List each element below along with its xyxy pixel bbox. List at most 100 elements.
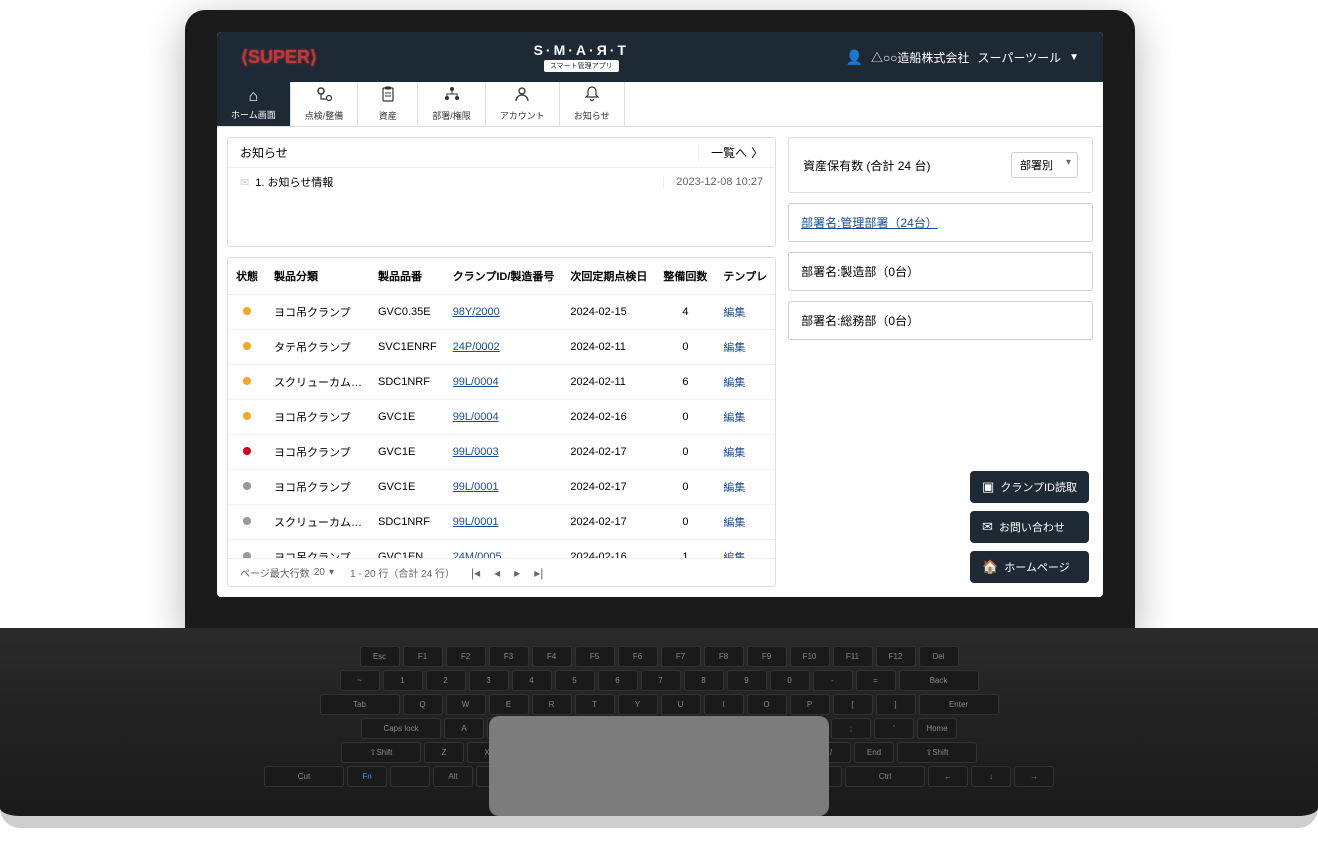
keyboard-key: Back [899, 670, 979, 691]
edit-link[interactable]: 編集 [723, 412, 745, 424]
cell-next-date: 2024-02-11 [562, 365, 655, 400]
account-icon [514, 86, 530, 107]
app-screen: ⟨SUPER⟩ S·M·A·Я·T スマート管理アプリ 👤 △○○造船株式会社 … [217, 32, 1103, 597]
nav-tabs: ⌂ ホーム画面 点検/整備 資産 部署/権限 [217, 82, 1103, 127]
status-dot [243, 342, 251, 350]
keyboard-key: 6 [598, 670, 638, 691]
edit-link[interactable]: 編集 [723, 517, 745, 529]
cell-category: ヨコ吊クランプ [266, 400, 370, 435]
edit-link[interactable]: 編集 [723, 307, 745, 319]
cell-next-date: 2024-02-16 [562, 540, 655, 559]
clamp-id-read-button[interactable]: ▣ クランプID読取 [970, 471, 1089, 503]
cell-next-date: 2024-02-15 [562, 295, 655, 330]
contact-button[interactable]: ✉ お問い合わせ [970, 511, 1089, 543]
chevron-right-icon: 〉 [751, 144, 763, 161]
keyboard-key: F9 [747, 646, 787, 667]
homepage-button[interactable]: 🏠 ホームページ [970, 551, 1089, 583]
col-count[interactable]: 整備回数 [655, 258, 715, 295]
keyboard-key: Alt [433, 766, 473, 787]
user-menu[interactable]: 👤 △○○造船株式会社 スーパーツール ▼ [846, 49, 1080, 66]
cell-next-date: 2024-02-17 [562, 505, 655, 540]
keyboard-key: F8 [704, 646, 744, 667]
prev-page-button[interactable]: ◂ [494, 566, 500, 580]
col-next-date[interactable]: 次回定期点検日 [562, 258, 655, 295]
right-panel: 資産保有数 (合計 24 台) 部署別 部署名:管理部署（24台） 部署名:製造部… [788, 137, 1093, 587]
nav-tab-account[interactable]: アカウント [486, 82, 560, 126]
cell-model: SDC1NRF [370, 505, 445, 540]
cell-next-date: 2024-02-17 [562, 470, 655, 505]
cell-count: 0 [655, 330, 715, 365]
nav-tab-assets[interactable]: 資産 [358, 82, 418, 126]
clamp-id-link[interactable]: 99L/0004 [453, 411, 499, 423]
col-category[interactable]: 製品分類 [266, 258, 370, 295]
status-dot [243, 482, 251, 490]
table-row: ヨコ吊クランプ GVC1EN 24M/0005 2024-02-16 1 編集 [228, 540, 775, 559]
nav-label: 点検/整備 [305, 109, 344, 122]
edit-link[interactable]: 編集 [723, 447, 745, 459]
company-label: △○○造船株式会社 [871, 49, 970, 66]
department-row[interactable]: 部署名:製造部（0台） [788, 252, 1093, 291]
keyboard-key: W [446, 694, 486, 715]
col-clamp-id[interactable]: クランプID/製造番号 [445, 258, 563, 295]
clamp-id-link[interactable]: 99L/0001 [453, 481, 499, 493]
keyboard-key: 0 [770, 670, 810, 691]
cell-category: ヨコ吊クランプ [266, 470, 370, 505]
edit-link[interactable]: 編集 [723, 342, 745, 354]
table-row: タテ吊クランプ SVC1ENRF 24P/0002 2024-02-11 0 編… [228, 330, 775, 365]
keyboard-key: P [790, 694, 830, 715]
inspection-icon [315, 86, 333, 107]
nav-label: アカウント [500, 109, 545, 122]
clamp-id-link[interactable]: 99L/0001 [453, 516, 499, 528]
keyboard-key [390, 766, 430, 787]
notification-item[interactable]: ✉ 1. お知らせ情報 2023-12-08 10:27 [228, 168, 775, 196]
table-row: ヨコ吊クランプ GVC1E 99L/0003 2024-02-17 0 編集 [228, 435, 775, 470]
asset-view-select[interactable]: 部署別 [1011, 152, 1078, 178]
asset-total-label: 資産保有数 (合計 24 台) [803, 157, 930, 174]
edit-link[interactable]: 編集 [723, 377, 745, 389]
keyboard-key: 3 [469, 670, 509, 691]
notification-item-title: 1. お知らせ情報 [255, 174, 333, 190]
last-page-button[interactable]: ▸| [534, 566, 543, 580]
left-panel: お知らせ 一覧へ 〉 ✉ 1. お知らせ情報 2023-12-08 10:27 [227, 137, 776, 587]
nav-tab-inspection[interactable]: 点検/整備 [291, 82, 359, 126]
keyboard-key: ' [874, 718, 914, 739]
notification-list-link[interactable]: 一覧へ 〉 [698, 144, 763, 161]
clamp-id-link[interactable]: 99L/0003 [453, 446, 499, 458]
chevron-down-icon[interactable]: ▾ [329, 567, 334, 578]
user-icon: 👤 [846, 49, 863, 66]
nav-tab-home[interactable]: ⌂ ホーム画面 [217, 82, 291, 126]
mail-icon: ✉ [240, 176, 249, 189]
department-row[interactable]: 部署名:管理部署（24台） [788, 203, 1093, 242]
status-dot [243, 412, 251, 420]
edit-link[interactable]: 編集 [723, 482, 745, 494]
keyboard-key: Fn [347, 766, 387, 787]
rows-per-page-value[interactable]: 20 [314, 567, 325, 578]
org-icon [443, 86, 461, 107]
department-row[interactable]: 部署名:総務部（0台） [788, 301, 1093, 340]
keyboard-key: U [661, 694, 701, 715]
cell-model: SDC1NRF [370, 365, 445, 400]
keyboard-key: Home [917, 718, 957, 739]
cell-model: SVC1ENRF [370, 330, 445, 365]
nav-tab-departments[interactable]: 部署/権限 [418, 82, 486, 126]
keyboard-key: O [747, 694, 787, 715]
clamp-id-link[interactable]: 99L/0004 [453, 376, 499, 388]
clamp-id-link[interactable]: 24P/0002 [453, 341, 500, 353]
keyboard-key: Enter [919, 694, 999, 715]
asset-summary-header: 資産保有数 (合計 24 台) 部署別 [788, 137, 1093, 193]
nav-tab-news[interactable]: お知らせ [560, 82, 625, 126]
col-status[interactable]: 状態 [228, 258, 266, 295]
col-model[interactable]: 製品品番 [370, 258, 445, 295]
next-page-button[interactable]: ▸ [514, 566, 520, 580]
col-template[interactable]: テンプレ [715, 258, 775, 295]
clamp-id-link[interactable]: 24M/0005 [453, 551, 502, 558]
first-page-button[interactable]: |◂ [471, 566, 480, 580]
cell-count: 0 [655, 470, 715, 505]
keyboard-key: Z [424, 742, 464, 763]
keyboard-key: R [532, 694, 572, 715]
keyboard-key: I [704, 694, 744, 715]
nav-label: ホーム画面 [231, 108, 276, 121]
keyboard-key: Esc [360, 646, 400, 667]
keyboard-key: F7 [661, 646, 701, 667]
clamp-id-link[interactable]: 98Y/2000 [453, 306, 500, 318]
